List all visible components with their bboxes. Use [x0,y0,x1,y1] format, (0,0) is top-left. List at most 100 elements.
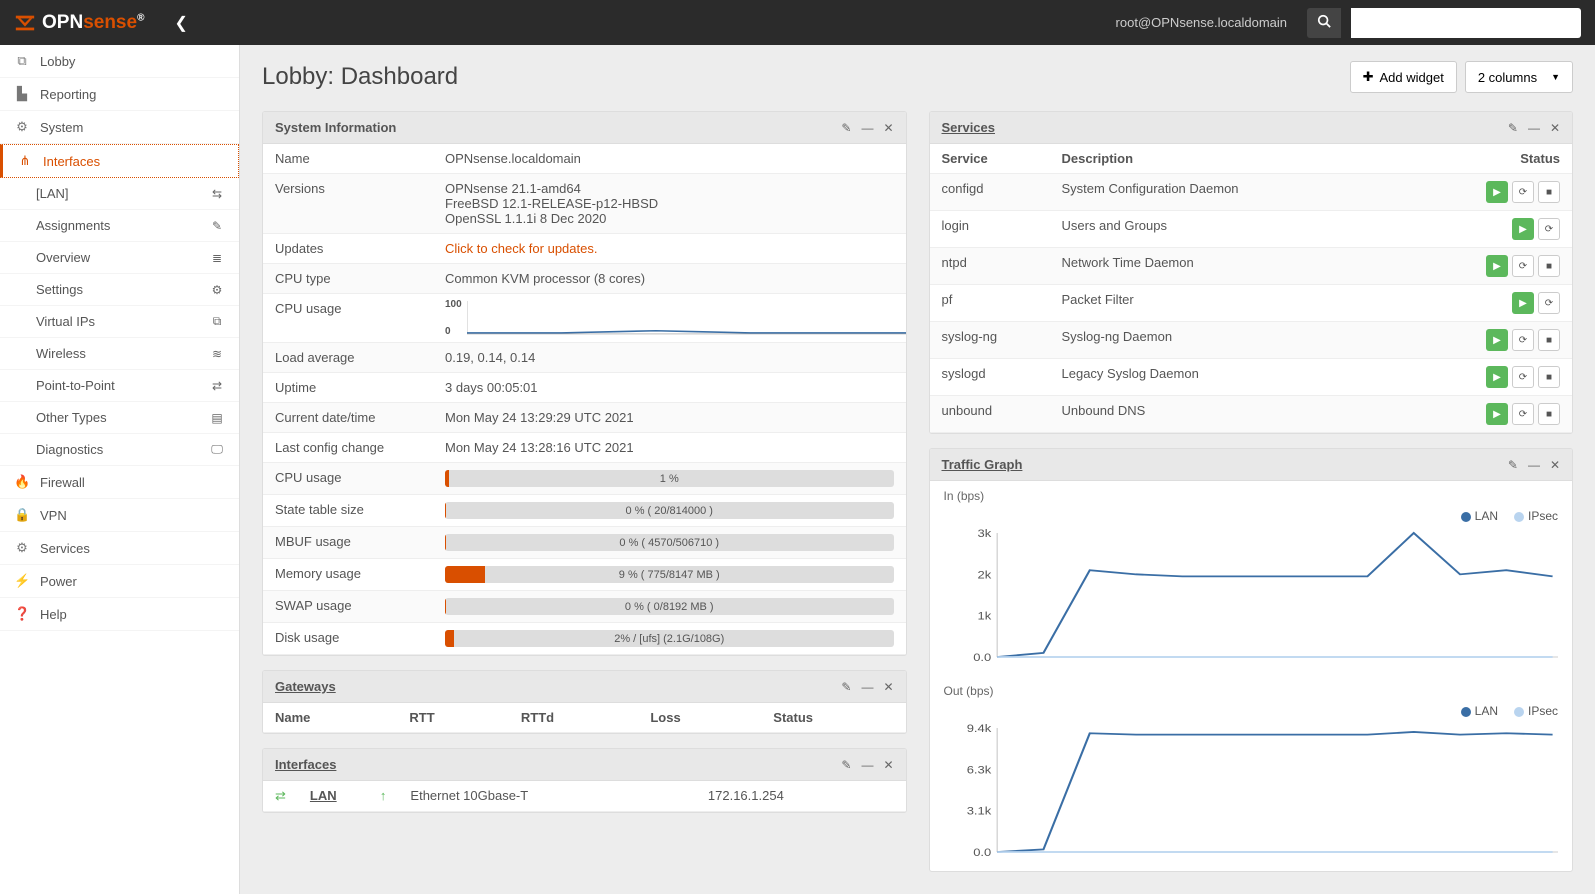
sidebar-item-firewall[interactable]: 🔥Firewall [0,466,239,499]
traffic-in-label: In (bps) [930,481,1573,505]
svg-text:3k: 3k [977,527,992,540]
sysinfo-row: State table size0 % ( 20/814000 ) [263,495,906,527]
service-stop-button[interactable]: ■ [1538,366,1560,388]
service-play-button[interactable]: ▶ [1486,403,1508,425]
services-panel: Services ✎ — ✕ ServiceDescriptionStatusc… [929,111,1574,434]
sidebar-item-vpn[interactable]: 🔒VPN [0,499,239,532]
service-restart-button[interactable]: ⟳ [1538,218,1560,240]
edit-icon[interactable]: ✎ [1508,458,1518,472]
service-desc: Syslog-ng Daemon [1050,322,1401,359]
panel-title[interactable]: Gateways [275,679,841,694]
close-icon[interactable]: ✕ [883,680,893,694]
close-icon[interactable]: ✕ [1550,121,1560,135]
sidebar-subitem[interactable]: Other Types▤ [0,402,239,434]
sidebar-item-label: Services [40,541,90,556]
service-restart-button[interactable]: ⟳ [1512,403,1534,425]
sidebar-collapse-icon[interactable]: ❮ [174,13,187,33]
sysinfo-row: VersionsOPNsense 21.1-amd64FreeBSD 12.1-… [263,174,906,234]
service-stop-button[interactable]: ■ [1538,181,1560,203]
service-play-button[interactable]: ▶ [1486,366,1508,388]
sidebar: ⧉Lobby▙Reporting⚙System⋔Interfaces[LAN]⇆… [0,45,240,894]
service-stop-button[interactable]: ■ [1538,329,1560,351]
sub-icon: ≋ [209,347,225,361]
minimize-icon[interactable]: — [861,758,873,772]
sidebar-subitem[interactable]: Virtual IPs⧉ [0,306,239,338]
service-name: ntpd [930,248,1050,285]
service-stop-button[interactable]: ■ [1538,255,1560,277]
sysinfo-value[interactable]: Click to check for updates. [445,241,597,256]
progress-bar: 0 % ( 0/8192 MB ) [445,598,894,615]
sidebar-subitem[interactable]: Overview≣ [0,242,239,274]
legend-item[interactable]: IPsec [1514,509,1558,523]
service-restart-button[interactable]: ⟳ [1512,329,1534,351]
sidebar-subitem[interactable]: Wireless≋ [0,338,239,370]
panel-title[interactable]: Services [942,120,1508,135]
service-restart-button[interactable]: ⟳ [1512,181,1534,203]
add-widget-button[interactable]: ✚Add widget [1350,61,1457,93]
col-header: Status [1401,144,1572,174]
close-icon[interactable]: ✕ [883,758,893,772]
sysinfo-row: CPU typeCommon KVM processor (8 cores) [263,264,906,294]
service-name: unbound [930,396,1050,433]
service-play-button[interactable]: ▶ [1486,181,1508,203]
menu-icon: 🔥 [14,474,30,490]
service-row: unboundUnbound DNS▶⟳■ [930,396,1573,433]
service-play-button[interactable]: ▶ [1512,292,1534,314]
interface-name[interactable]: LAN [310,788,337,803]
brand-icon [14,12,36,34]
sidebar-subitem[interactable]: Diagnostics🖵 [0,434,239,466]
edit-icon[interactable]: ✎ [841,758,851,772]
minimize-icon[interactable]: — [861,680,873,694]
legend-item[interactable]: LAN [1461,509,1498,523]
legend-item[interactable]: LAN [1461,704,1498,718]
sidebar-item-interfaces[interactable]: ⋔Interfaces [0,144,239,178]
edit-icon[interactable]: ✎ [841,121,851,135]
sysinfo-value: Mon May 24 13:28:16 UTC 2021 [445,440,634,455]
edit-icon[interactable]: ✎ [841,680,851,694]
sub-icon: ⚙ [209,283,225,297]
service-play-button[interactable]: ▶ [1486,329,1508,351]
sidebar-subitem[interactable]: Point-to-Point⇄ [0,370,239,402]
service-name: login [930,211,1050,248]
service-restart-button[interactable]: ⟳ [1512,255,1534,277]
search-button[interactable] [1307,8,1341,38]
sidebar-subitem[interactable]: [LAN]⇆ [0,178,239,210]
sidebar-subitem[interactable]: Assignments✎ [0,210,239,242]
close-icon[interactable]: ✕ [883,121,893,135]
brand[interactable]: OPNsense® [14,12,144,34]
close-icon[interactable]: ✕ [1550,458,1560,472]
service-play-button[interactable]: ▶ [1512,218,1534,240]
service-stop-button[interactable]: ■ [1538,403,1560,425]
col-header: Description [1050,144,1401,174]
sidebar-item-power[interactable]: ⚡Power [0,565,239,598]
sidebar-item-services[interactable]: ⚙Services [0,532,239,565]
sidebar-item-system[interactable]: ⚙System [0,111,239,144]
sidebar-item-label: Settings [36,282,83,297]
service-play-button[interactable]: ▶ [1486,255,1508,277]
sidebar-item-lobby[interactable]: ⧉Lobby [0,45,239,78]
sysinfo-key: Disk usage [263,623,433,655]
edit-icon[interactable]: ✎ [1508,121,1518,135]
minimize-icon[interactable]: — [861,121,873,135]
search-input[interactable] [1351,8,1581,38]
sidebar-item-help[interactable]: ❓Help [0,598,239,631]
service-restart-button[interactable]: ⟳ [1538,292,1560,314]
columns-dropdown[interactable]: 2 columns▼ [1465,61,1573,93]
current-user[interactable]: root@OPNsense.localdomain [1116,15,1287,30]
sidebar-item-reporting[interactable]: ▙Reporting [0,78,239,111]
menu-icon: ⚡ [14,573,30,589]
progress-bar: 2% / [ufs] (2.1G/108G) [445,630,894,647]
panel-title[interactable]: Traffic Graph [942,457,1508,472]
panel-title[interactable]: Interfaces [275,757,841,772]
minimize-icon[interactable]: — [1528,458,1540,472]
minimize-icon[interactable]: — [1528,121,1540,135]
menu-icon: ⚙ [14,119,30,135]
sidebar-subitem[interactable]: Settings ⚙ [0,274,239,306]
legend-item[interactable]: IPsec [1514,704,1558,718]
sysinfo-value: 0.19, 0.14, 0.14 [445,350,535,365]
sysinfo-key: CPU type [263,264,433,294]
interface-ip: 172.16.1.254 [696,781,906,812]
svg-text:9.4k: 9.4k [966,722,992,735]
service-desc: Packet Filter [1050,285,1401,322]
service-restart-button[interactable]: ⟳ [1512,366,1534,388]
